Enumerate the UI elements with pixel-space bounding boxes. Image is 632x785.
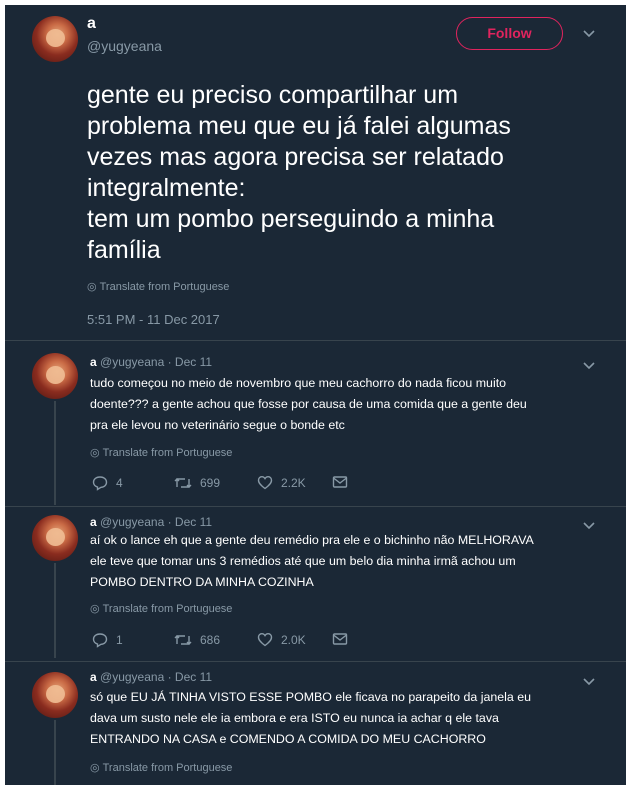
like-count: 2.2K <box>281 475 306 490</box>
retweet-count: 699 <box>200 476 221 490</box>
reply-text-line: pra ele levou no veterinário segue o bon… <box>90 418 345 432</box>
reply-text-line: só que EU JÁ TINHA VISTO ESSE POMBO ele … <box>90 690 532 704</box>
reply-text: aí ok o lance eh que a gente deu remédio… <box>90 530 600 593</box>
message-button[interactable] <box>332 632 356 646</box>
image-border-left <box>0 0 5 785</box>
reply-count: 4 <box>116 476 123 490</box>
reply-icon <box>92 476 108 491</box>
image-border-top <box>0 0 632 5</box>
like-button[interactable]: 2.0K <box>257 632 306 647</box>
reply-author-name[interactable]: a <box>90 355 97 369</box>
tweet-text: gente eu preciso compartilhar um problem… <box>87 80 577 266</box>
author-handle[interactable]: @yugyeana <box>87 38 162 54</box>
avatar[interactable] <box>32 353 78 399</box>
follow-button[interactable]: Follow <box>456 17 563 50</box>
translate-label: Translate from Portuguese <box>102 447 233 459</box>
tweet-timestamp[interactable]: 5:51 PM - 11 Dec 2017 <box>87 312 220 327</box>
tweet-text-line: gente eu preciso compartilhar um <box>87 81 459 109</box>
tweet-text-line: vezes mas agora precisa ser relatado <box>87 143 504 171</box>
like-count: 2.0K <box>281 632 306 647</box>
translate-label: Translate from Portuguese <box>102 603 233 615</box>
author-name[interactable]: a <box>87 15 96 33</box>
thread-line <box>54 401 56 505</box>
retweet-count: 686 <box>200 633 221 647</box>
tweet-text-line: tem um pombo perseguindo a minha <box>87 205 495 233</box>
translate-label: Translate from Portuguese <box>102 762 233 774</box>
reply-text-line: ele teve que tomar uns 3 remédios até qu… <box>90 554 516 568</box>
reply-meta[interactable]: @yugyeana · Dec 11 <box>100 355 212 369</box>
retweet-button[interactable]: 699 <box>174 475 220 491</box>
reply-header: a @yugyeana · Dec 11 <box>90 670 212 684</box>
tweet-text-line: integralmente: <box>87 174 246 202</box>
reply-text: tudo começou no meio de novembro que meu… <box>90 373 600 436</box>
reply-author-name[interactable]: a <box>90 670 97 684</box>
retweet-icon <box>174 478 192 488</box>
thread-line <box>54 720 56 785</box>
message-button[interactable] <box>332 475 356 489</box>
globe-icon: ◎ <box>90 603 100 615</box>
reply-count: 1 <box>116 633 123 647</box>
divider <box>5 506 626 507</box>
reply-meta[interactable]: @yugyeana · Dec 11 <box>100 515 212 529</box>
reply-text-line: doente??? a gente achou que fosse por ca… <box>90 397 527 411</box>
reply-button[interactable]: 4 <box>92 475 123 491</box>
reply-text-line: tudo começou no meio de novembro que meu… <box>90 376 507 390</box>
reply-text-line: ENTRANDO NA CASA e COMENDO A COMIDA DO M… <box>90 732 486 746</box>
thread-line <box>54 563 56 658</box>
reply-text-line: dava um susto nele ele ia embora e era I… <box>90 711 499 725</box>
translate-label: Translate from Portuguese <box>99 281 230 293</box>
avatar[interactable] <box>32 515 78 561</box>
globe-icon: ◎ <box>87 281 97 293</box>
image-border-right <box>626 0 632 785</box>
reply-text-line: aí ok o lance eh que a gente deu remédio… <box>90 533 534 547</box>
retweet-button[interactable]: 686 <box>174 632 220 648</box>
reply-text-line: POMBO DENTRO DA MINHA COZINHA <box>90 575 314 589</box>
retweet-icon <box>174 635 192 645</box>
reply-header: a @yugyeana · Dec 11 <box>90 355 212 369</box>
translate-link[interactable]: ◎ Translate from Portuguese <box>90 446 232 459</box>
avatar[interactable] <box>32 16 78 62</box>
reply-header: a @yugyeana · Dec 11 <box>90 515 212 529</box>
globe-icon: ◎ <box>90 447 100 459</box>
translate-link[interactable]: ◎ Translate from Portuguese <box>87 280 229 293</box>
divider <box>5 661 626 662</box>
reply-button[interactable]: 1 <box>92 632 123 648</box>
translate-link[interactable]: ◎ Translate from Portuguese <box>90 761 232 774</box>
message-icon <box>332 476 348 488</box>
globe-icon: ◎ <box>90 762 100 774</box>
chevron-down-icon[interactable] <box>583 26 595 41</box>
like-icon <box>257 632 273 647</box>
reply-author-name[interactable]: a <box>90 515 97 529</box>
tweet-text-line: família <box>87 236 161 264</box>
chevron-down-icon[interactable] <box>583 358 595 373</box>
translate-link[interactable]: ◎ Translate from Portuguese <box>90 602 232 615</box>
tweet-text-line: problema meu que eu já falei algumas <box>87 112 511 140</box>
reply-meta[interactable]: @yugyeana · Dec 11 <box>100 670 212 684</box>
divider <box>5 340 626 341</box>
reply-text: só que EU JÁ TINHA VISTO ESSE POMBO ele … <box>90 687 600 750</box>
avatar[interactable] <box>32 672 78 718</box>
like-icon <box>257 475 273 490</box>
reply-icon <box>92 633 108 648</box>
message-icon <box>332 633 348 645</box>
like-button[interactable]: 2.2K <box>257 475 306 490</box>
